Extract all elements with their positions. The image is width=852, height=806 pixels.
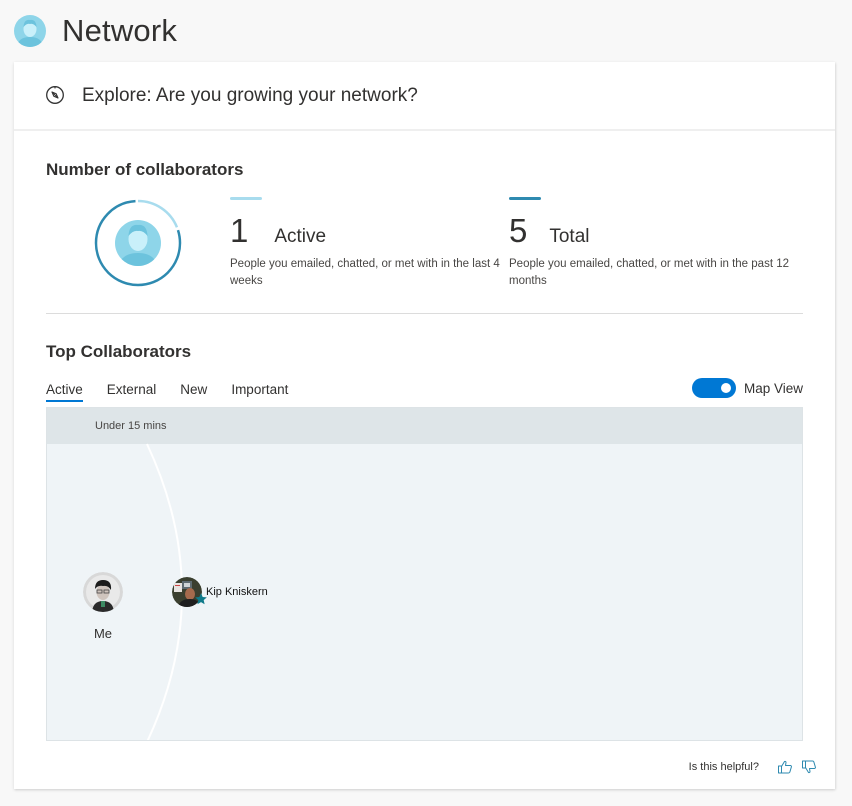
section-divider bbox=[46, 313, 803, 314]
me-node[interactable]: Me bbox=[83, 572, 123, 641]
total-stat: 5 Total People you emailed, chatted, or … bbox=[509, 197, 789, 290]
active-label: Active bbox=[274, 226, 327, 247]
network-card: Explore: Are you growing your network? N… bbox=[14, 62, 835, 789]
map-view-toggle-group: Map View bbox=[691, 378, 803, 398]
me-avatar bbox=[83, 572, 123, 612]
collaborator-tabs: Active External New Important bbox=[46, 382, 312, 402]
important-star-icon bbox=[195, 593, 207, 605]
thumbs-up-icon[interactable] bbox=[777, 759, 793, 775]
collaborator-map: Under 15 mins Me Kip Kniskern bbox=[46, 407, 803, 741]
explore-text: Explore: Are you growing your network? bbox=[82, 84, 418, 106]
total-label: Total bbox=[549, 226, 590, 247]
feedback-question: Is this helpful? bbox=[688, 761, 759, 773]
tab-new[interactable]: New bbox=[180, 382, 207, 402]
map-view-toggle[interactable] bbox=[691, 378, 736, 398]
active-bar bbox=[230, 197, 262, 200]
person-circle-icon bbox=[14, 15, 46, 47]
explore-header[interactable]: Explore: Are you growing your network? bbox=[14, 62, 835, 131]
map-view-label: Map View bbox=[743, 380, 803, 396]
compass-icon bbox=[46, 85, 64, 104]
collaborator-node[interactable]: Kip Kniskern bbox=[172, 577, 268, 607]
active-count: 1 bbox=[230, 212, 249, 249]
collaborator-name: Kip Kniskern bbox=[206, 586, 268, 598]
feedback-bar: Is this helpful? bbox=[689, 759, 817, 775]
collaborators-title: Number of collaborators bbox=[46, 160, 244, 179]
tab-important[interactable]: Important bbox=[231, 382, 288, 402]
collaborators-ring bbox=[94, 199, 182, 287]
page-title: Network bbox=[62, 13, 178, 48]
thumbs-down-icon[interactable] bbox=[801, 759, 817, 775]
total-bar bbox=[509, 197, 541, 200]
distance-arc bbox=[146, 443, 183, 740]
active-description: People you emailed, chatted, or met with… bbox=[230, 258, 500, 287]
page-header: Network bbox=[14, 12, 177, 50]
total-description: People you emailed, chatted, or met with… bbox=[509, 258, 789, 287]
tab-active[interactable]: Active bbox=[46, 382, 83, 402]
top-collaborators-title: Top Collaborators bbox=[46, 342, 192, 361]
total-count: 5 bbox=[509, 212, 528, 249]
active-stat: 1 Active People you emailed, chatted, or… bbox=[230, 197, 510, 290]
me-label: Me bbox=[93, 626, 113, 641]
tab-external[interactable]: External bbox=[107, 382, 157, 402]
